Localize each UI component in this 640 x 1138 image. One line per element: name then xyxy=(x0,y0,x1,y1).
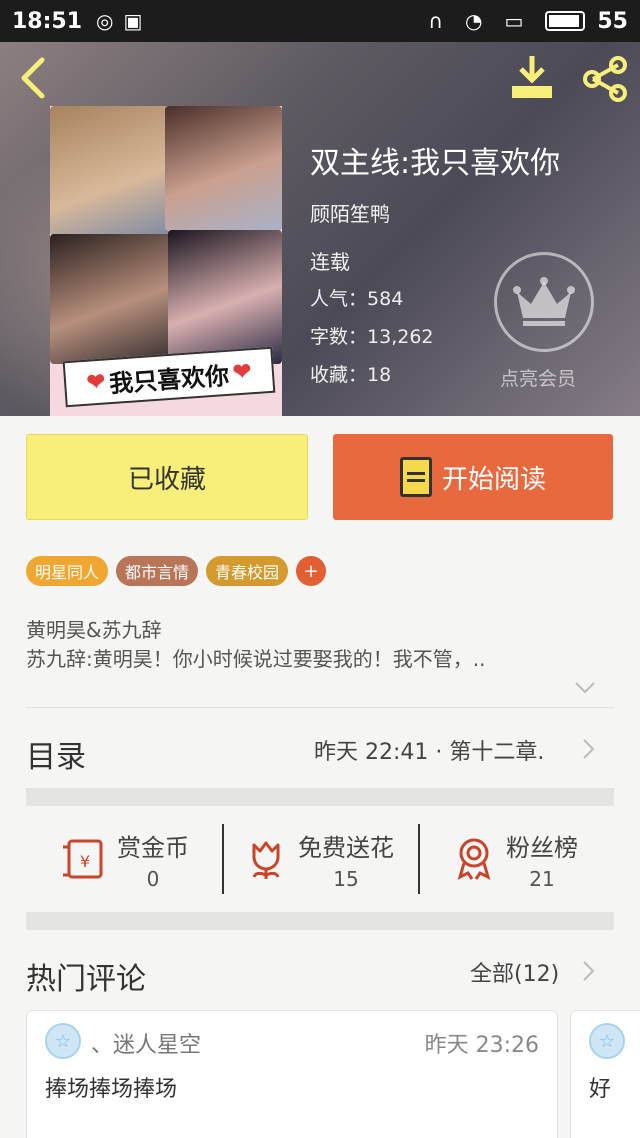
chevron-left-icon xyxy=(21,57,45,99)
book-cover[interactable]: ❤ 我只喜欢你 ❤ xyxy=(50,106,282,416)
battery-level: 55 xyxy=(597,8,628,34)
cover-photo xyxy=(168,230,282,364)
book-author[interactable]: 顾陌笙鸭 xyxy=(310,198,390,227)
chevron-down-icon xyxy=(575,682,595,694)
chevron-right-icon xyxy=(582,960,596,982)
reward-stats: ¥ 赏金币 0 免费送花 15 粉丝榜 21 xyxy=(26,806,614,912)
share-icon xyxy=(583,56,627,102)
wifi-icon: ◔ xyxy=(465,9,483,33)
favorited-label: 已收藏 xyxy=(127,464,206,495)
toc-latest-chapter[interactable]: 昨天 22:41 · 第十二章. xyxy=(314,734,578,766)
stat-label: 粉丝榜 xyxy=(506,833,578,862)
crown-icon xyxy=(513,277,575,326)
start-reading-label: 开始阅读 xyxy=(441,464,546,495)
download-button[interactable] xyxy=(508,54,556,100)
status-bar: 18:51 ◎ ▣ ∩ ◔ ▭ 55 xyxy=(0,0,640,42)
back-button[interactable] xyxy=(14,56,54,100)
favorites-stat: 收藏：18 xyxy=(310,364,392,386)
book-title: 双主线:我只喜欢你 xyxy=(310,146,561,181)
book-description[interactable]: 黄明昊&苏九辞 苏九辞:黄明昊！你小时候说过要娶我的！我不管，.. xyxy=(26,616,596,674)
send-flowers-button[interactable]: 免费送花 15 xyxy=(222,806,418,912)
favorited-button[interactable]: 已收藏 xyxy=(26,434,308,520)
user-avatar-icon: ☆ xyxy=(45,1023,81,1059)
red-envelope-icon: ¥ xyxy=(63,839,103,879)
screen-rotate-icon: ▭ xyxy=(504,9,524,33)
app-notification-icon: ◎ xyxy=(96,9,114,33)
vip-label: 点亮会员 xyxy=(500,368,577,390)
expand-description-button[interactable] xyxy=(574,680,596,694)
stat-value: 21 xyxy=(529,866,555,891)
description-line: 黄明昊&苏九辞 xyxy=(26,618,162,642)
chevron-right-icon xyxy=(582,738,596,760)
vip-button[interactable] xyxy=(494,252,594,352)
comment-card[interactable]: ☆ 、迷人星空 昨天 23:26 捧场捧场捧场 xyxy=(26,1010,558,1138)
popularity-stat: 人气：584 xyxy=(310,288,404,310)
all-comments-link[interactable]: 全部(12) xyxy=(470,956,559,988)
word-count-stat: 字数：13,262 xyxy=(310,326,434,348)
tag-campus[interactable]: 青春校园 xyxy=(206,556,289,586)
user-avatar-icon: ☆ xyxy=(589,1023,625,1059)
svg-text:¥: ¥ xyxy=(80,852,90,871)
status-time: 18:51 xyxy=(12,8,83,34)
book-header: ❤ 我只喜欢你 ❤ 双主线:我只喜欢你 顾陌笙鸭 连载 人气：584 字数：13… xyxy=(0,42,640,416)
book-icon xyxy=(399,457,432,497)
cover-photo xyxy=(50,234,175,364)
stat-value: 15 xyxy=(333,866,359,891)
start-reading-button[interactable]: 开始阅读 xyxy=(333,434,613,520)
divider xyxy=(26,707,614,708)
genre-tags: 明星同人 都市言情 青春校园 + xyxy=(26,556,327,586)
tip-coins-button[interactable]: ¥ 赏金币 0 xyxy=(26,806,222,912)
comment-text: 捧场捧场捧场 xyxy=(45,1077,178,1102)
download-icon xyxy=(512,56,552,98)
toc-title[interactable]: 目录 xyxy=(26,732,86,776)
book-status: 连载 xyxy=(310,250,350,274)
stat-label: 免费送花 xyxy=(298,833,394,862)
section-separator xyxy=(26,788,614,806)
flower-icon xyxy=(252,841,280,879)
hot-comments-title: 热门评论 xyxy=(26,962,146,997)
cover-text: 我只喜欢你 xyxy=(108,360,231,398)
comment-user: 、迷人星空 xyxy=(91,1033,202,1058)
stat-label: 赏金币 xyxy=(117,833,189,862)
comment-text: 好 xyxy=(589,1077,612,1102)
comment-time: 昨天 23:26 xyxy=(424,1033,539,1058)
add-tag-button[interactable]: + xyxy=(296,556,327,586)
stat-value: 0 xyxy=(146,866,160,891)
description-line: 苏九辞:黄明昊！你小时候说过要娶我的！我不管，.. xyxy=(26,647,486,671)
headset-icon: ∩ xyxy=(428,9,444,33)
share-button[interactable] xyxy=(580,54,630,104)
heart-icon: ❤ xyxy=(85,368,107,396)
image-notification-icon: ▣ xyxy=(123,9,143,33)
comment-card[interactable]: ☆ 好 xyxy=(570,1010,640,1138)
tag-urban-romance[interactable]: 都市言情 xyxy=(116,556,199,586)
award-badge-icon xyxy=(457,838,491,880)
heart-icon: ❤ xyxy=(231,358,253,386)
fan-ranking-button[interactable]: 粉丝榜 21 xyxy=(418,806,614,912)
battery-icon xyxy=(545,11,586,31)
cover-photo xyxy=(165,106,282,231)
tag-star-fanfic[interactable]: 明星同人 xyxy=(26,556,109,586)
cover-photo xyxy=(50,106,170,236)
section-separator xyxy=(26,912,614,930)
